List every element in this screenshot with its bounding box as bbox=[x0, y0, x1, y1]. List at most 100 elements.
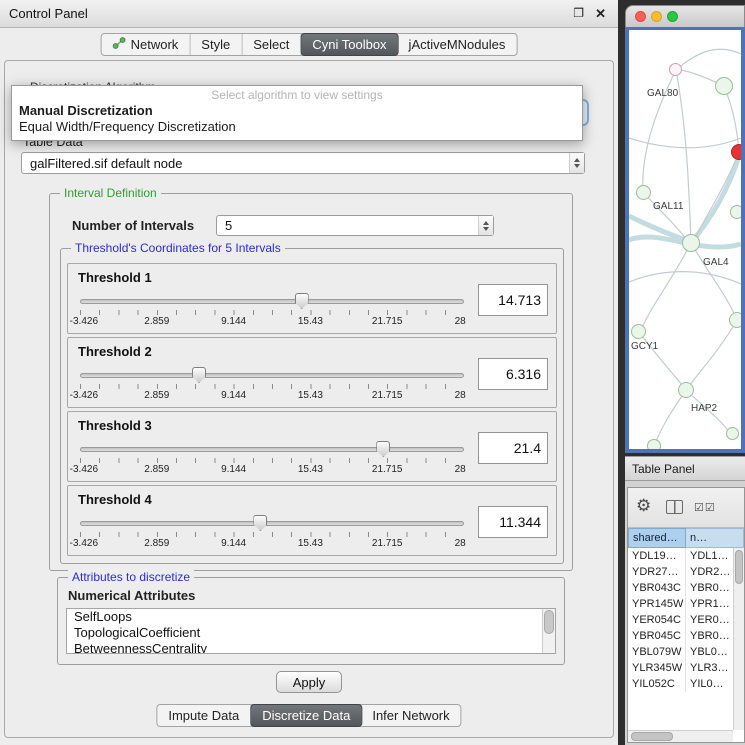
network-node-highlighted[interactable] bbox=[731, 144, 741, 160]
thresholds-group: Threshold's Coordinates for 5 Intervals … bbox=[60, 248, 564, 564]
table-row[interactable]: YPR145WYPR1… bbox=[628, 596, 744, 612]
threshold-row: Threshold 1 -3.426 2.859 9.144 15.43 21.… bbox=[67, 263, 557, 334]
list-item[interactable]: BetweennessCentrality bbox=[67, 641, 555, 654]
float-window-icon[interactable]: ❐ bbox=[573, 0, 584, 27]
network-node[interactable] bbox=[729, 312, 741, 328]
table-panel-header[interactable]: Table Panel bbox=[625, 456, 745, 481]
slider-thumb[interactable] bbox=[376, 441, 390, 457]
tab-style[interactable]: Style bbox=[190, 34, 242, 55]
table-vertical-scrollbar[interactable] bbox=[733, 548, 744, 730]
table-horizontal-scrollbar[interactable] bbox=[628, 730, 733, 742]
gear-icon[interactable]: ⚙ bbox=[636, 496, 651, 516]
bottom-tabs: Impute Data Discretize Data Infer Networ… bbox=[156, 704, 461, 727]
network-node[interactable] bbox=[636, 185, 651, 200]
interval-definition-group-label: Interval Definition bbox=[60, 186, 161, 200]
table-panel-title: Table Panel bbox=[632, 457, 695, 481]
slider-thumb[interactable] bbox=[295, 293, 309, 309]
column-header[interactable]: n… bbox=[686, 528, 744, 548]
minimize-traffic-light-icon[interactable] bbox=[651, 11, 662, 22]
control-panel-tabs: Network Style Select Cyni Toolbox jActiv… bbox=[101, 33, 518, 56]
slider-thumb[interactable] bbox=[253, 515, 267, 531]
network-node[interactable] bbox=[631, 324, 646, 339]
network-node[interactable] bbox=[730, 205, 741, 219]
threshold-label: Threshold 2 bbox=[78, 344, 152, 359]
table-row[interactable]: YBL079WYBL0… bbox=[628, 644, 744, 660]
threshold-label: Threshold 3 bbox=[78, 418, 152, 433]
node-label: GAL4 bbox=[703, 257, 729, 268]
apply-button[interactable]: Apply bbox=[276, 671, 342, 693]
node-table-window: ⚙ ☑☑ shared… n… YDL19…YDL1… YDR27…YDR2… … bbox=[627, 487, 745, 743]
slider-track[interactable] bbox=[80, 521, 464, 526]
network-window-titlebar[interactable] bbox=[625, 5, 745, 27]
algorithm-placeholder-option: Select algorithm to view settings bbox=[12, 88, 582, 103]
slider-track[interactable] bbox=[80, 373, 464, 378]
combobox-stepper-icon[interactable] bbox=[569, 153, 584, 173]
threshold-slider[interactable]: -3.426 2.859 9.144 15.43 21.715 28 bbox=[80, 438, 464, 480]
zoom-traffic-light-icon[interactable] bbox=[667, 11, 678, 22]
columns-icon[interactable] bbox=[666, 500, 683, 514]
table-row[interactable]: YIL052CYIL0… bbox=[628, 676, 744, 692]
close-traffic-light-icon[interactable] bbox=[635, 11, 646, 22]
scrollbar-thumb[interactable] bbox=[631, 732, 673, 741]
network-node[interactable] bbox=[647, 439, 661, 449]
number-of-intervals-label: Number of Intervals bbox=[72, 218, 194, 233]
slider-scale: -3.426 2.859 9.144 15.43 21.715 28 bbox=[80, 316, 464, 328]
slider-ticks bbox=[80, 384, 464, 389]
threshold-value-field[interactable]: 6.316 bbox=[478, 358, 548, 390]
control-panel-titlebar[interactable]: Control Panel ❐ ✕ bbox=[0, 0, 618, 28]
network-node[interactable] bbox=[715, 77, 733, 95]
threshold-value-field[interactable]: 11.344 bbox=[478, 506, 548, 538]
close-window-icon[interactable]: ✕ bbox=[595, 0, 606, 27]
threshold-slider[interactable]: -3.426 2.859 9.144 15.43 21.715 28 bbox=[80, 364, 464, 406]
algorithm-option-manual[interactable]: Manual Discretization bbox=[12, 103, 582, 119]
tab-network[interactable]: Network bbox=[102, 34, 191, 55]
table-row[interactable]: YBR043CYBR0… bbox=[628, 580, 744, 596]
network-node[interactable] bbox=[669, 63, 682, 76]
scrollbar-thumb[interactable] bbox=[544, 610, 554, 634]
node-label: GAL11 bbox=[653, 201, 683, 212]
table-row[interactable]: YDR27…YDR2… bbox=[628, 564, 744, 580]
tab-infer-network[interactable]: Infer Network bbox=[361, 705, 460, 726]
table-data-combobox[interactable]: galFiltered.sif default node bbox=[21, 152, 585, 174]
algorithm-option-equal-width[interactable]: Equal Width/Frequency Discretization bbox=[12, 119, 582, 135]
network-node[interactable] bbox=[726, 427, 739, 440]
network-node[interactable] bbox=[678, 382, 694, 398]
table-row[interactable]: YDL19…YDL1… bbox=[628, 548, 744, 564]
threshold-row: Threshold 2 -3.426 2.859 9.144 15.43 21.… bbox=[67, 337, 557, 408]
tab-discretize-data[interactable]: Discretize Data bbox=[250, 704, 362, 727]
threshold-label: Threshold 1 bbox=[78, 270, 152, 285]
table-row[interactable]: YER054CYER0… bbox=[628, 612, 744, 628]
table-row[interactable]: YLR345WYLR3… bbox=[628, 660, 744, 676]
tab-impute-data[interactable]: Impute Data bbox=[157, 705, 251, 726]
threshold-row: Threshold 4 -3.426 2.859 9.144 15.43 21.… bbox=[67, 485, 557, 556]
threshold-value-field[interactable]: 21.4 bbox=[478, 432, 548, 464]
slider-track[interactable] bbox=[80, 447, 464, 452]
list-scrollbar[interactable] bbox=[542, 609, 555, 653]
threshold-slider[interactable]: -3.426 2.859 9.144 15.43 21.715 28 bbox=[80, 290, 464, 332]
select-columns-icons[interactable]: ☑☑ bbox=[694, 501, 716, 514]
table-toolbar: ⚙ ☑☑ bbox=[628, 488, 744, 528]
thresholds-group-label: Threshold's Coordinates for 5 Intervals bbox=[71, 241, 285, 255]
slider-track[interactable] bbox=[80, 299, 464, 304]
attributes-group-label: Attributes to discretize bbox=[68, 570, 194, 584]
tab-cyni-toolbox[interactable]: Cyni Toolbox bbox=[300, 33, 398, 56]
scrollbar-thumb[interactable] bbox=[735, 550, 743, 584]
table-row[interactable]: YBR045CYBR0… bbox=[628, 628, 744, 644]
threshold-value-field[interactable]: 14.713 bbox=[478, 284, 548, 316]
network-node[interactable] bbox=[682, 234, 700, 252]
list-item[interactable]: SelfLoops bbox=[67, 609, 555, 625]
column-header[interactable]: shared… bbox=[628, 528, 686, 548]
list-item[interactable]: TopologicalCoefficient bbox=[67, 625, 555, 641]
node-label: GCY1 bbox=[631, 341, 658, 352]
cyni-toolbox-panel: Discretization Algorithm Select algorith… bbox=[4, 60, 614, 738]
slider-thumb[interactable] bbox=[192, 367, 206, 383]
slider-ticks bbox=[80, 532, 464, 537]
tab-jactivemnodules[interactable]: jActiveMNodules bbox=[398, 34, 517, 55]
number-of-intervals-combobox[interactable]: 5 bbox=[216, 215, 494, 236]
slider-ticks bbox=[80, 458, 464, 463]
threshold-slider[interactable]: -3.426 2.859 9.144 15.43 21.715 28 bbox=[80, 512, 464, 554]
network-window-frame: GAL80 GAL11 GAL4 GCY1 HAP2 bbox=[625, 27, 745, 453]
tab-select[interactable]: Select bbox=[242, 34, 301, 55]
network-canvas[interactable]: GAL80 GAL11 GAL4 GCY1 HAP2 bbox=[629, 30, 741, 449]
combobox-stepper-icon[interactable] bbox=[478, 216, 493, 235]
